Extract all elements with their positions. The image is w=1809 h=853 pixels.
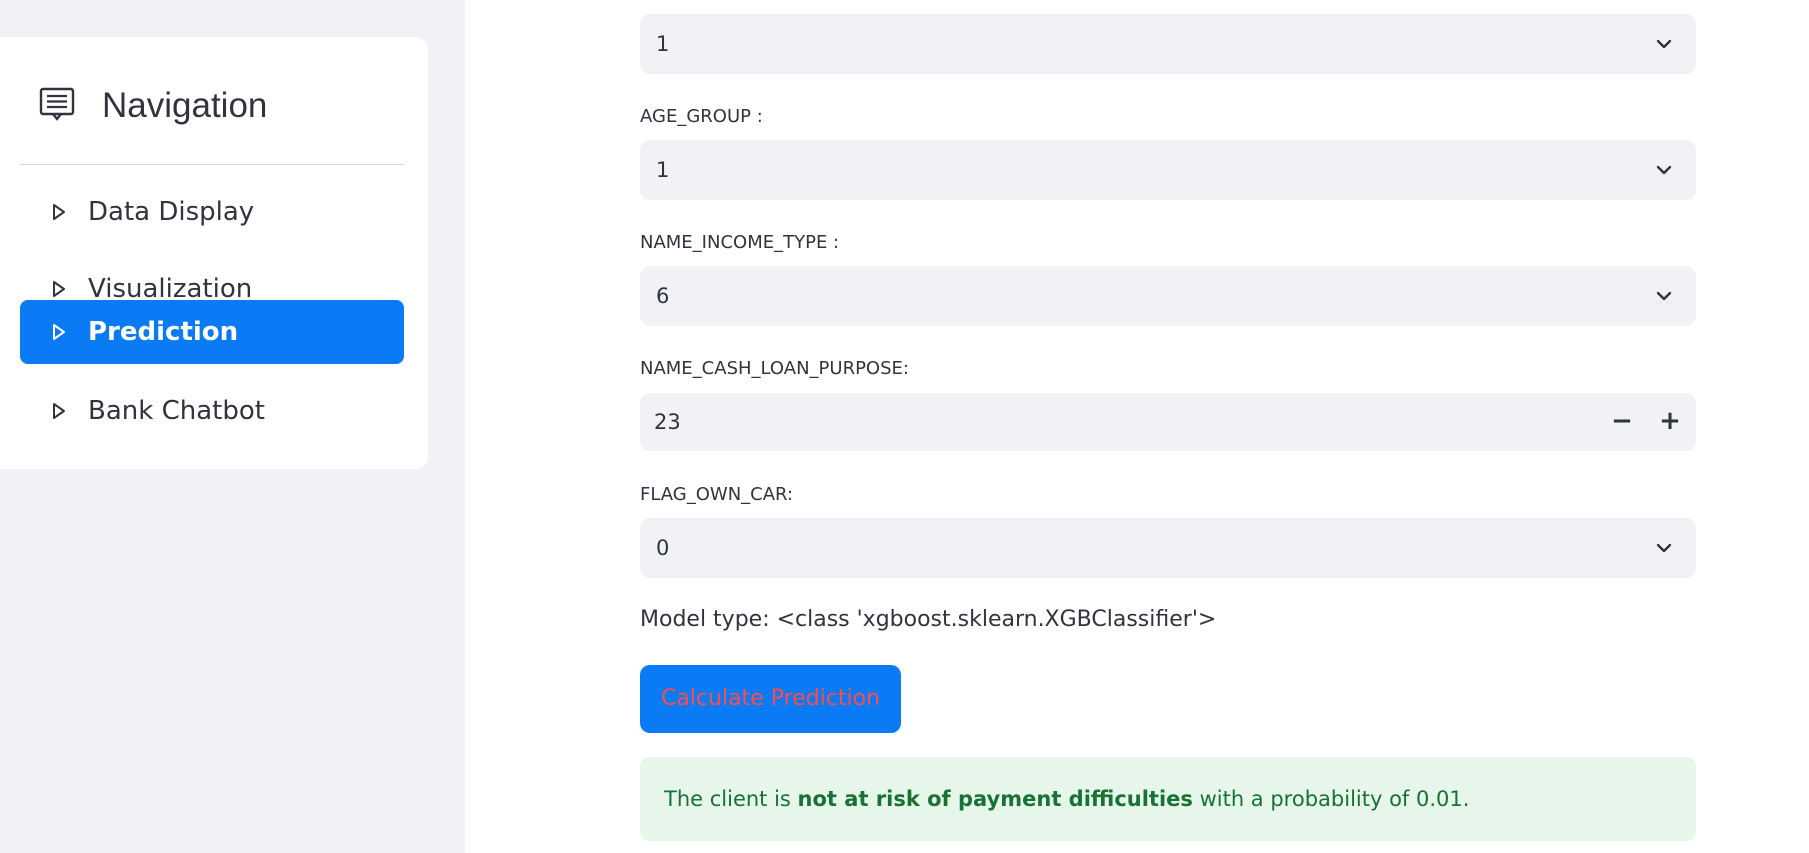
select-value: 1	[656, 32, 670, 56]
age-group-select[interactable]: 1	[640, 140, 1696, 200]
triangle-right-icon	[53, 324, 65, 340]
select-value: 6	[656, 284, 670, 308]
sidebar-item-data-display[interactable]: Data Display	[20, 180, 404, 244]
number-value: 23	[654, 410, 681, 434]
chevron-down-icon	[1656, 39, 1672, 49]
triangle-right-icon	[53, 403, 65, 419]
navigation-title: Navigation	[102, 86, 268, 125]
calculate-prediction-button[interactable]: Calculate Prediction	[640, 665, 901, 733]
triangle-right-icon	[53, 204, 65, 220]
sidebar: Navigation Data Display Visualization Pr…	[0, 0, 465, 853]
sidebar-item-label: Bank Chatbot	[88, 396, 265, 426]
model-type-text: Model type: <class 'xgboost.sklearn.XGBC…	[640, 607, 1217, 632]
sidebar-item-prediction[interactable]: Prediction	[20, 300, 404, 364]
navigation-header: Navigation	[20, 55, 405, 165]
chevron-down-icon	[1656, 165, 1672, 175]
name-cash-loan-purpose-input[interactable]: 23 − +	[640, 393, 1696, 451]
decrement-button[interactable]: −	[1598, 393, 1646, 451]
triangle-right-icon	[53, 281, 65, 297]
name-income-type-select[interactable]: 6	[640, 266, 1696, 326]
chevron-down-icon	[1656, 291, 1672, 301]
age-group-label: AGE_GROUP :	[640, 106, 763, 127]
chevron-down-icon	[1656, 543, 1672, 553]
sidebar-item-label: Prediction	[88, 317, 239, 347]
select-value: 0	[656, 536, 670, 560]
increment-button[interactable]: +	[1646, 393, 1694, 451]
select-value: 1	[656, 158, 670, 182]
flag-own-car-select[interactable]: 0	[640, 518, 1696, 578]
navigation-menu: Navigation Data Display Visualization Pr…	[0, 37, 428, 469]
top-select[interactable]: 1	[640, 14, 1696, 74]
flag-own-car-label: FLAG_OWN_CAR:	[640, 484, 794, 505]
name-cash-loan-purpose-label: NAME_CASH_LOAN_PURPOSE:	[640, 358, 909, 379]
notes-icon	[39, 87, 75, 121]
result-emphasis: not at risk of payment difficulties	[797, 787, 1193, 811]
result-suffix: with a probability of 0.01.	[1192, 787, 1470, 811]
prediction-result-alert: The client is not at risk of payment dif…	[640, 757, 1696, 841]
name-income-type-label: NAME_INCOME_TYPE :	[640, 232, 840, 253]
main-content: 1 AGE_GROUP : 1 NAME_INCOME_TYPE : 6 NAM…	[465, 0, 1809, 853]
result-prefix: The client is	[664, 787, 798, 811]
sidebar-item-bank-chatbot[interactable]: Bank Chatbot	[20, 379, 404, 443]
sidebar-item-label: Data Display	[88, 197, 255, 227]
